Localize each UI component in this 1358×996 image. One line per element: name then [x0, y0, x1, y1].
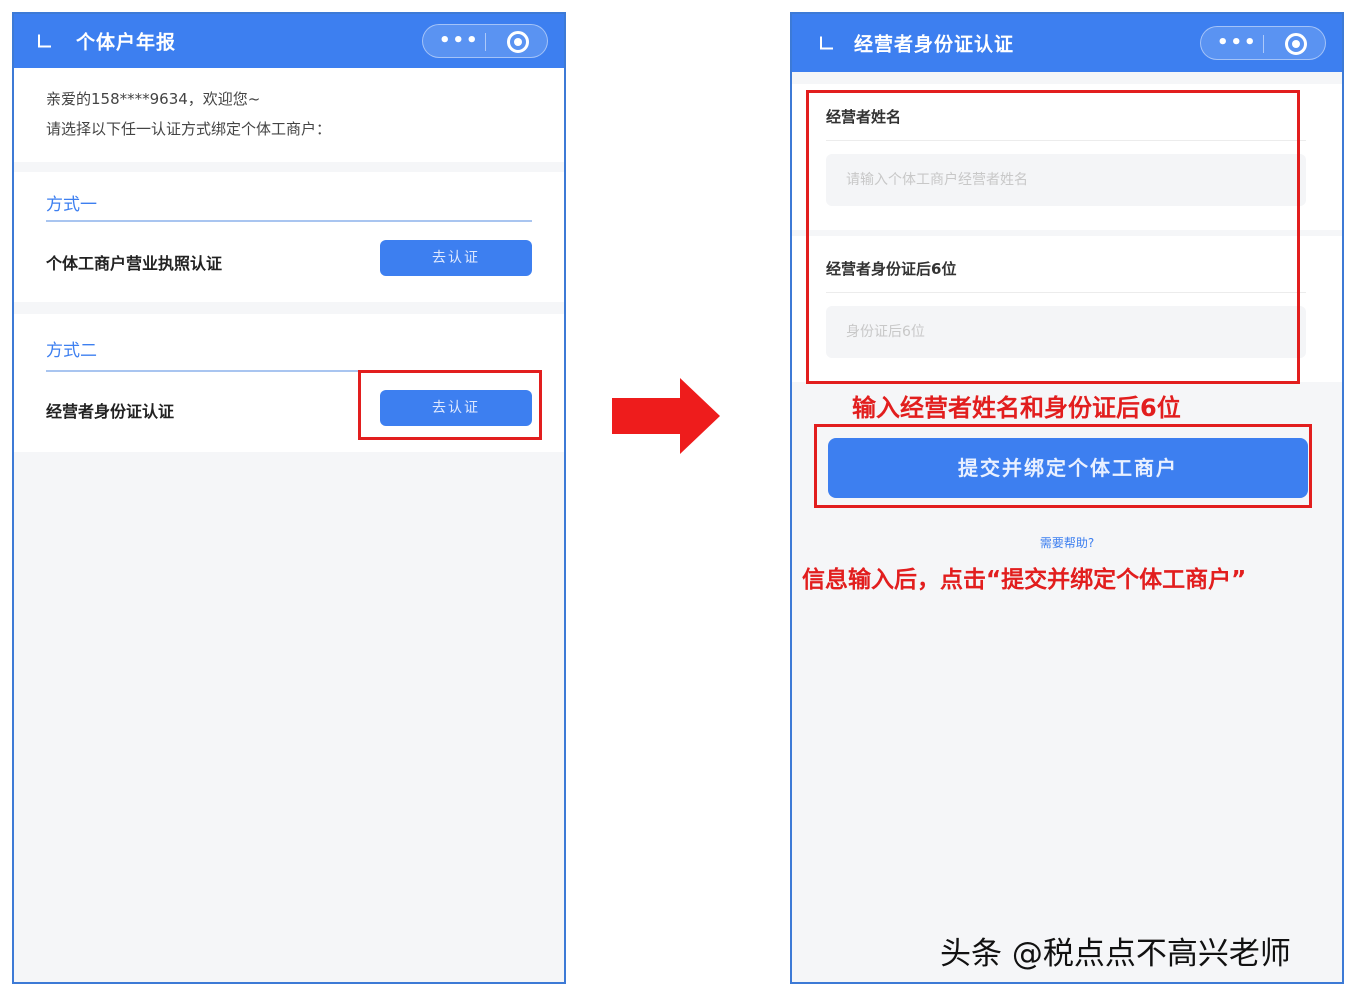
- watermark-text: 头条 @税点点不高兴老师: [940, 936, 1291, 972]
- mini-program-capsule: •••: [422, 24, 548, 58]
- method2-label: 经营者身份证认证: [46, 402, 175, 421]
- method1-card: 方式一 个体工商户营业执照认证 去认证: [14, 172, 564, 302]
- instruction-text: 请选择以下任一认证方式绑定个体工商户：: [46, 120, 332, 138]
- greeting-text: 亲爱的158****9634，欢迎您~: [46, 90, 261, 108]
- method1-verify-button[interactable]: 去认证: [380, 240, 532, 276]
- close-target-icon[interactable]: [507, 31, 529, 53]
- close-target-icon[interactable]: [1285, 33, 1307, 55]
- page-title: 经营者身份证认证: [854, 33, 1015, 56]
- more-dots-icon[interactable]: •••: [439, 31, 480, 51]
- submit-instruction-note: 信息输入后，点击“提交并绑定个体工商户”: [802, 567, 1247, 593]
- capsule-divider: [485, 33, 486, 51]
- right-arrow-icon: [612, 378, 720, 454]
- capsule-divider: [1263, 35, 1264, 53]
- input-instruction-note: 输入经营者姓名和身份证后6位: [852, 394, 1181, 422]
- method1-underline: [46, 220, 532, 222]
- mini-program-capsule: •••: [1200, 26, 1326, 60]
- submit-highlight-box: [814, 424, 1312, 508]
- page-title: 个体户年报: [76, 31, 177, 54]
- method2-title: 方式二: [46, 341, 97, 361]
- help-link[interactable]: 需要帮助?: [792, 534, 1342, 551]
- method1-title: 方式一: [46, 195, 97, 215]
- method2-highlight-box: [358, 370, 542, 440]
- method1-label: 个体工商户营业执照认证: [46, 254, 223, 273]
- left-phone-screen: 个体户年报 ••• 亲爱的158****9634，欢迎您~ 请选择以下任一认证方…: [12, 12, 566, 984]
- right-title-bar: 经营者身份证认证 •••: [792, 14, 1342, 72]
- back-arrow-icon[interactable]: [38, 34, 51, 48]
- more-dots-icon[interactable]: •••: [1217, 33, 1258, 53]
- left-title-bar: 个体户年报 •••: [14, 14, 564, 68]
- greeting-card: 亲爱的158****9634，欢迎您~ 请选择以下任一认证方式绑定个体工商户：: [14, 68, 564, 162]
- fields-highlight-box: [806, 90, 1300, 384]
- back-arrow-icon[interactable]: [820, 36, 833, 50]
